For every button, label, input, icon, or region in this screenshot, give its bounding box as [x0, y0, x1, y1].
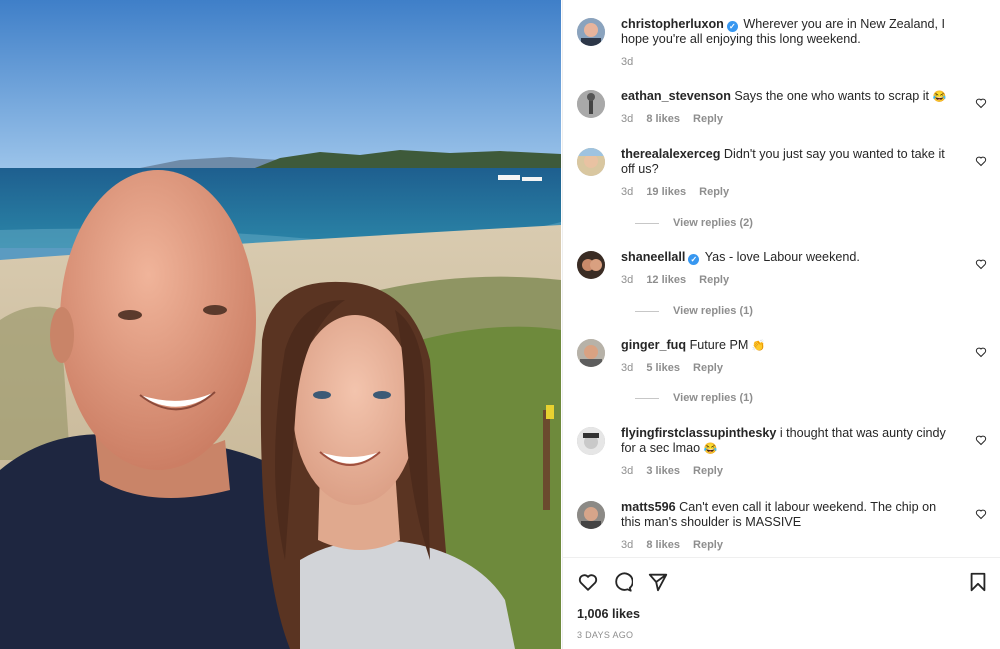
comment-emoji: 👏	[751, 340, 766, 352]
post-details-panel: christopherluxon ✓ Wherever you are in Ne…	[562, 0, 1000, 649]
comment-meta: 3d 19 likes Reply	[621, 186, 921, 199]
comment-text: Yas - love Labour weekend.	[704, 250, 860, 264]
reply-button[interactable]: Reply	[693, 362, 723, 374]
avatar[interactable]	[577, 148, 605, 176]
comment-meta: 3d 5 likes Reply	[621, 362, 921, 375]
avatar[interactable]	[577, 18, 605, 46]
avatar[interactable]	[577, 427, 605, 455]
comment-meta: 3d 12 likes Reply	[621, 274, 921, 287]
heart-icon[interactable]	[975, 434, 987, 446]
view-replies-button[interactable]: View replies (1)	[635, 305, 835, 318]
comment-text: Says the one who wants to scrap it	[734, 89, 929, 103]
actions-divider	[563, 557, 1000, 558]
comment-body: shaneellall ✓ Yas - love Labour weekend.	[621, 250, 959, 265]
comment-meta: 3d 8 likes Reply	[621, 113, 921, 126]
comment-time: 3d	[621, 362, 634, 374]
comment-username[interactable]: therealalexerceg	[621, 147, 720, 161]
comment-meta: 3d 3 likes Reply	[621, 465, 921, 478]
view-replies-label: View replies (2)	[673, 217, 753, 229]
reply-button[interactable]: Reply	[693, 465, 723, 477]
paper-plane-icon[interactable]	[647, 571, 669, 593]
post-date: 3 DAYS AGO	[577, 630, 634, 640]
reply-button[interactable]: Reply	[699, 274, 729, 286]
heart-icon[interactable]	[975, 508, 987, 520]
comment-emoji: 😂	[703, 443, 718, 455]
view-replies-line	[635, 397, 659, 399]
comment-body: ginger_fuq Future PM 👏	[621, 338, 959, 354]
verified-badge-icon: ✓	[688, 254, 700, 265]
avatar[interactable]	[577, 251, 605, 279]
comment-time: 3d	[621, 465, 634, 477]
comment-likes[interactable]: 12 likes	[646, 274, 686, 286]
comment-body: therealalexerceg Didn't you just say you…	[621, 147, 959, 177]
comment-text: Future PM	[689, 338, 749, 352]
reply-button[interactable]: Reply	[699, 186, 729, 198]
avatar[interactable]	[577, 90, 605, 118]
view-replies-label: View replies (1)	[673, 392, 753, 404]
comment-body: eathan_stevenson Says the one who wants …	[621, 89, 959, 105]
caption-text: christopherluxon ✓ Wherever you are in Ne…	[621, 17, 959, 47]
like-count[interactable]: 1,006 likes	[577, 607, 640, 621]
comment-body: matts596 Can't even call it labour weeke…	[621, 500, 959, 530]
view-replies-label: View replies (1)	[673, 305, 753, 317]
heart-icon[interactable]	[577, 571, 599, 593]
heart-icon[interactable]	[975, 97, 987, 109]
comment-body: flyingfirstclassupinthesky i thought tha…	[621, 426, 959, 457]
avatar[interactable]	[577, 501, 605, 529]
comment-emoji: 😂	[932, 91, 947, 103]
comment-likes[interactable]: 8 likes	[646, 539, 680, 551]
reply-button[interactable]: Reply	[693, 113, 723, 125]
comment-time: 3d	[621, 113, 634, 125]
comment-username[interactable]: matts596	[621, 500, 676, 514]
view-replies-button[interactable]: View replies (1)	[635, 392, 835, 405]
heart-icon[interactable]	[975, 346, 987, 358]
heart-icon[interactable]	[975, 258, 987, 270]
comment-likes[interactable]: 19 likes	[646, 186, 686, 198]
caption-time: 3d	[621, 56, 634, 68]
comment-icon[interactable]	[611, 571, 633, 593]
comment-meta: 3d 8 likes Reply	[621, 539, 921, 552]
comment-likes[interactable]: 8 likes	[646, 113, 680, 125]
comment-username[interactable]: eathan_stevenson	[621, 89, 731, 103]
reply-button[interactable]: Reply	[693, 539, 723, 551]
view-replies-line	[635, 310, 659, 312]
bookmark-icon[interactable]	[967, 571, 989, 593]
comment-time: 3d	[621, 539, 634, 551]
view-replies-line	[635, 222, 659, 224]
comment-likes[interactable]: 5 likes	[646, 362, 680, 374]
caption-meta: 3d	[621, 56, 921, 69]
comment-username[interactable]: flyingfirstclassupinthesky	[621, 426, 776, 440]
post-photo[interactable]	[0, 0, 561, 649]
post-author-username[interactable]: christopherluxon	[621, 17, 724, 31]
comment-username[interactable]: ginger_fuq	[621, 338, 686, 352]
avatar[interactable]	[577, 339, 605, 367]
heart-icon[interactable]	[975, 155, 987, 167]
comment-likes[interactable]: 3 likes	[646, 465, 680, 477]
verified-badge-icon: ✓	[726, 21, 738, 32]
comment-username[interactable]: shaneellall	[621, 250, 685, 264]
beach-selfie-image	[0, 0, 561, 649]
comment-time: 3d	[621, 274, 634, 286]
view-replies-button[interactable]: View replies (2)	[635, 217, 835, 230]
comment-time: 3d	[621, 186, 634, 198]
